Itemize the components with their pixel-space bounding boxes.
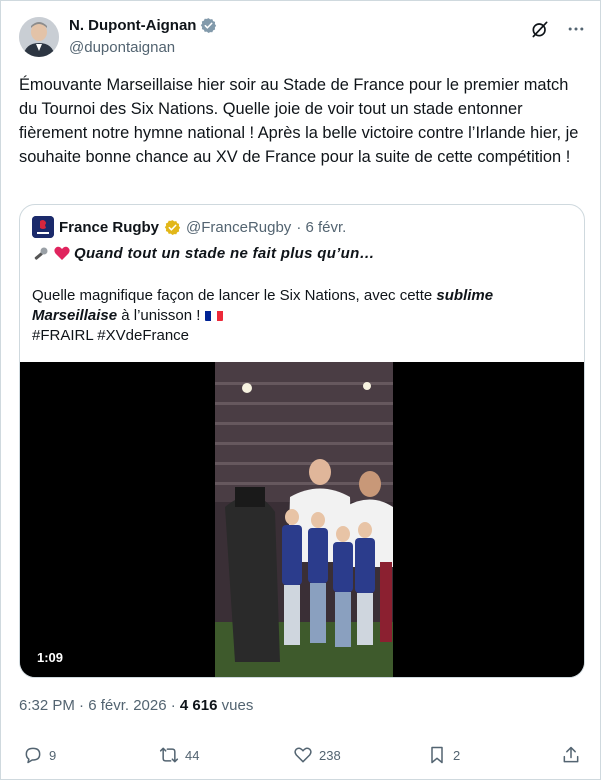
author-avatar[interactable]: [19, 17, 59, 57]
france-flag-icon: [204, 309, 223, 321]
verified-badge-icon: [201, 18, 217, 33]
author-name-row: N. Dupont-Aignan: [69, 17, 217, 34]
bookmark-icon: [431, 746, 443, 764]
red-heart-emoji-icon: [54, 246, 70, 260]
quoted-tweet[interactable]: France Rugby @FranceRugby · 6 févr. Quan…: [19, 204, 585, 678]
quoted-body-end: à l’unisson !: [117, 307, 201, 324]
avatar-photo: [19, 17, 59, 57]
video-duration: 1:09: [32, 648, 69, 667]
like-count: 238: [319, 747, 341, 763]
tweet-action-bar: 9 44 238 2: [1, 745, 601, 771]
more-options-icon[interactable]: [566, 19, 586, 39]
repost-button[interactable]: 44: [159, 745, 199, 765]
reply-count: 9: [49, 747, 57, 763]
video-frame: [20, 362, 584, 677]
bookmark-button[interactable]: 2: [427, 745, 460, 765]
like-button[interactable]: 238: [293, 745, 341, 765]
france-rugby-logo[interactable]: [32, 216, 54, 238]
share-button[interactable]: [561, 745, 581, 765]
microphone-emoji-icon: [34, 247, 48, 260]
views-label: vues: [217, 697, 254, 714]
quoted-author-handle[interactable]: @FranceRugby: [186, 219, 291, 236]
quoted-date[interactable]: · 6 févr.: [296, 219, 346, 236]
rooster-icon: [32, 216, 54, 238]
tweet-timestamp[interactable]: 6:32 PM · 6 févr. 2026 ·: [19, 697, 180, 714]
tweet-card: N. Dupont-Aignan @dupontaignan Émouvante…: [0, 0, 601, 780]
share-icon: [563, 746, 579, 763]
quoted-author-name[interactable]: France Rugby: [59, 219, 159, 236]
quoted-headline: Quand tout un stade ne fait plus qu’un…: [74, 245, 375, 262]
video-player[interactable]: 1:09: [20, 362, 584, 677]
quoted-first-line: Quand tout un stade ne fait plus qu’un…: [32, 245, 375, 262]
tweet-text: Émouvante Marseillaise hier soir au Stad…: [19, 76, 579, 166]
quoted-body: Quelle magnifique façon de lancer le Six…: [32, 286, 572, 346]
reply-button[interactable]: 9: [23, 745, 56, 765]
author-name[interactable]: N. Dupont-Aignan: [69, 17, 196, 34]
author-handle[interactable]: @dupontaignan: [69, 39, 175, 56]
heart-icon: [294, 747, 312, 763]
quoted-tweet-header: France Rugby @FranceRugby · 6 févr.: [32, 216, 346, 238]
tweet-meta: 6:32 PM · 6 févr. 2026 · 4 616 vues: [19, 697, 253, 714]
tweet-top-actions: [530, 19, 586, 39]
grok-icon[interactable]: [530, 19, 550, 39]
quoted-body-start: Quelle magnifique façon de lancer le Six…: [32, 287, 437, 304]
quoted-hashtags[interactable]: #FRAIRL #XVdeFrance: [32, 327, 189, 344]
repost-icon: [159, 747, 179, 763]
repost-count: 44: [185, 747, 200, 763]
gold-verified-badge-icon: [164, 219, 181, 235]
views-count: 4 616: [179, 697, 218, 714]
reply-icon: [25, 747, 41, 764]
bookmark-count: 2: [453, 747, 461, 763]
